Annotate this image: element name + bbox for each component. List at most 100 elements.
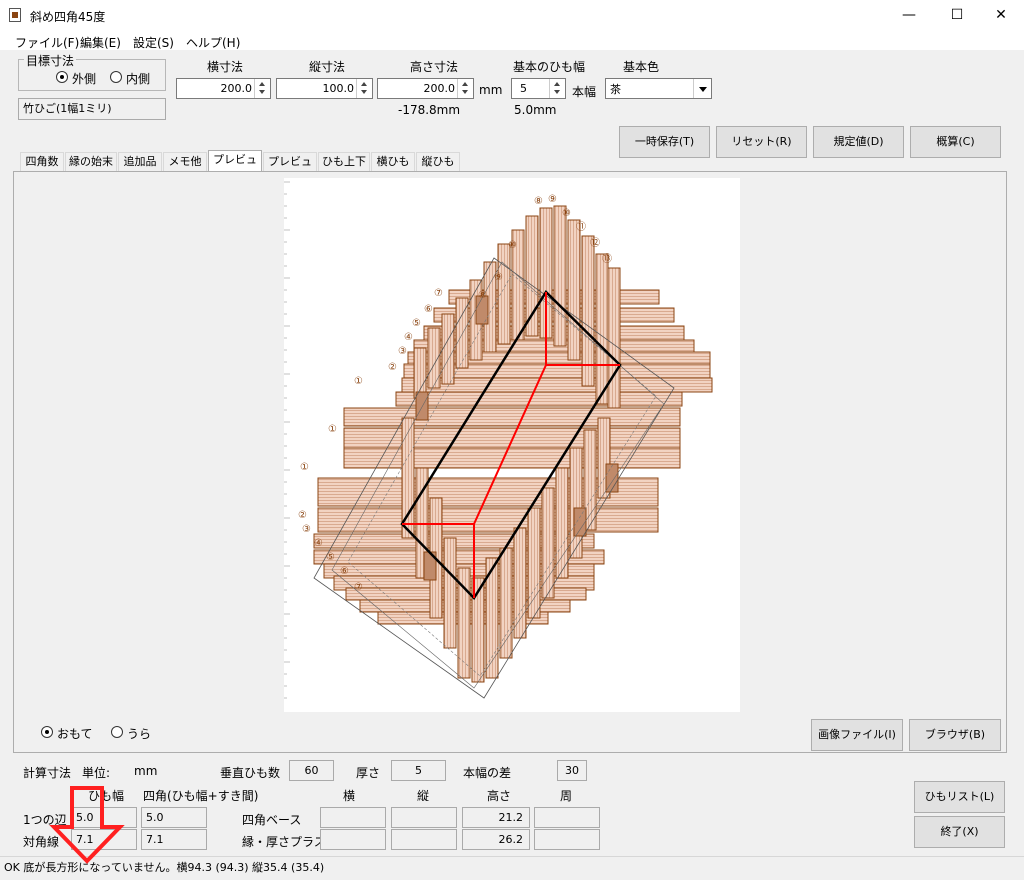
band-width-input[interactable]: 5 [511,78,566,99]
band-number-label: ④ [314,538,323,549]
band-number-label: ④ [404,332,413,343]
maximize-button[interactable]: ☐ [934,0,980,30]
browser-button[interactable]: ブラウザ(B) [909,719,1001,751]
face-back-label: うら [127,727,152,741]
vertical-count-field: 60 [289,760,334,781]
band-number-label: ① [328,424,337,435]
base-width-field [320,807,386,828]
tab-squares[interactable]: 四角数 [20,152,64,171]
face-front-radio[interactable] [41,726,53,738]
rim-perimeter-field [534,829,600,850]
col-depth: 縦 [417,789,430,803]
vertical-band [513,527,527,639]
band-number-label: ⑬ [602,253,612,265]
col-height: 高さ [487,789,512,803]
tab-memo[interactable]: メモ他 [163,152,207,171]
close-button[interactable]: ✕ [978,0,1024,30]
horizontal-band [317,507,659,533]
band-number-label: ⑧ [534,196,543,207]
defaults-button[interactable]: 規定値(D) [813,126,904,158]
vertical-band [541,487,555,599]
band-number-label: ⑤ [412,318,421,329]
height-note: -178.8mm [398,103,461,117]
vertical-band [443,537,457,649]
vertical-count-label: 垂直ひも数 [220,766,281,780]
outer-radio[interactable] [56,71,68,83]
weave-diagram: ⑦⑥⑤④③②①①①②③④⑤⑥⑦⑧ ⑨⑩⑪⑫⑬⑧⑨⑩ [284,181,713,699]
tab-horizontal-bands[interactable]: 横ひも [371,152,415,171]
height-label: 高さ寸法 [410,60,459,74]
horizontal-band [395,391,683,407]
base-row-label: 四角ベース [242,813,302,827]
tab-band-updown[interactable]: ひも上下 [318,152,370,171]
band-number-label: ⑨ [548,194,557,205]
inner-label: 内側 [126,72,151,86]
tab-add-items[interactable]: 追加品 [118,152,162,171]
band-number-label: ⑥ [424,304,433,315]
tab-vertical-bands[interactable]: 縦ひも [416,152,460,171]
vertical-band [455,297,469,369]
depth-label: 縦寸法 [309,60,346,74]
minimize-button[interactable]: — [886,0,932,30]
outer-label: 外側 [72,72,97,86]
width-input[interactable]: 200.0 [176,78,271,99]
estimate-button[interactable]: 概算(C) [910,126,1001,158]
depth-input[interactable]: 100.0 [276,78,373,99]
tab-preview2[interactable]: プレビュー2 [263,152,317,186]
app-icon [9,8,21,22]
tab-rim-finish[interactable]: 縁の始末 [65,152,117,171]
vertical-band [567,219,581,361]
base-color-select[interactable]: 茶 [605,78,712,99]
inner-radio[interactable] [110,71,122,83]
material-field: 竹ひご(1幅1ミリ) [18,98,166,120]
vertical-band [441,313,455,385]
band-width-unit: 本幅 [572,85,597,99]
unit-value: mm [134,764,158,778]
band-number-label: ⑧ [478,290,487,301]
horizontal-band [343,447,681,469]
vertical-band [553,205,567,347]
vertical-band [499,547,513,659]
exit-button[interactable]: 終了(X) [914,816,1005,848]
band-width-note: 5.0mm [514,103,557,117]
unit-label: 単位: [82,766,111,780]
menu-file[interactable]: ファイル(F) [15,34,79,51]
band-number-label: ① [300,462,309,473]
calc-title: 計算寸法 [23,766,72,780]
width-diff-label: 本幅の差 [463,766,512,780]
height-input[interactable]: 200.0 [377,78,474,99]
band-number-label: ① [354,376,363,387]
band-number-label: ⑦ [354,582,363,593]
dims-unit: mm [479,83,503,97]
col-perimeter: 周 [560,789,573,803]
rim-depth-field [391,829,457,850]
horizontal-band [343,407,681,427]
chevron-down-icon[interactable] [693,79,711,98]
width-label: 横寸法 [207,60,244,74]
image-file-button[interactable]: 画像ファイル(I) [811,719,903,751]
thickness-label: 厚さ [356,766,381,780]
face-front-label: おもて [57,727,93,741]
band-number-label: ③ [302,524,311,535]
band-list-button[interactable]: ひもリスト(L) [914,781,1005,813]
menu-help[interactable]: ヘルプ(H) [186,34,240,51]
band-width-label: 基本のひも幅 [513,60,586,74]
title-bar [0,0,1024,30]
base-depth-field [391,807,457,828]
base-color-label: 基本色 [623,60,660,74]
menu-settings[interactable]: 設定(S) [133,34,174,51]
reset-button[interactable]: リセット(R) [716,126,807,158]
temp-save-button[interactable]: 一時保存(T) [619,126,710,158]
thickness-field: 5 [391,760,446,781]
band-number-label: ⑫ [590,237,600,249]
base-color-value: 茶 [610,83,621,96]
face-back-radio[interactable] [111,726,123,738]
vertical-band [527,507,541,619]
tab-preview[interactable]: プレビュー [208,150,262,184]
band-number-label: ② [298,510,307,521]
menu-edit[interactable]: 編集(E) [80,34,121,51]
window-title: 斜め四角45度 [30,10,106,24]
col-square: 四角(ひも幅+すき間) [143,789,259,803]
rim-row-label: 縁・厚さプラス [242,835,326,849]
vertical-band [413,347,427,399]
